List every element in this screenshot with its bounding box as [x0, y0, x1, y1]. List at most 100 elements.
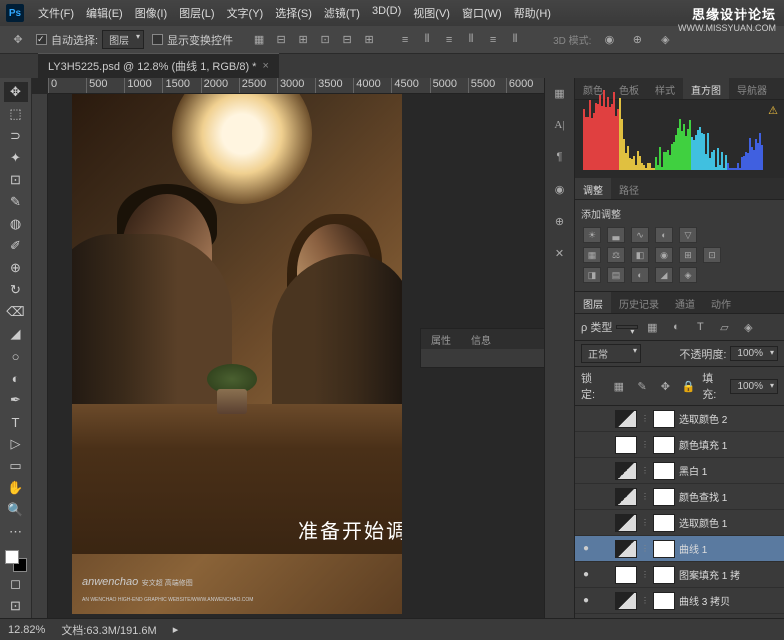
- lookup-icon[interactable]: ⊡: [703, 247, 721, 263]
- wand-tool[interactable]: ✦: [4, 148, 28, 168]
- layer-name[interactable]: 曲线 3 拷贝: [679, 593, 780, 608]
- panel-icon[interactable]: ▦: [550, 84, 570, 102]
- panel-tab[interactable]: 通道: [667, 292, 703, 313]
- mask-mode[interactable]: ◻: [4, 574, 28, 594]
- crop-tool[interactable]: ⊡: [4, 170, 28, 190]
- fill-input[interactable]: 100%: [730, 379, 778, 394]
- kind-filter[interactable]: ρ 类型: [581, 319, 612, 335]
- layer-name[interactable]: 黑白 1: [679, 463, 780, 478]
- eraser-tool[interactable]: ⌫: [4, 302, 28, 322]
- lock-pixel-icon[interactable]: ✎: [632, 377, 651, 395]
- properties-tab[interactable]: 属性: [421, 329, 461, 349]
- layer-thumbnail[interactable]: [615, 514, 637, 532]
- shape-tool[interactable]: ▭: [4, 456, 28, 476]
- bw-icon[interactable]: ◧: [631, 247, 649, 263]
- menu-item[interactable]: 文件(F): [32, 5, 80, 21]
- gradient-map-icon[interactable]: ◢: [655, 267, 673, 283]
- layer-thumbnail[interactable]: [615, 592, 637, 610]
- filter-adjust-icon[interactable]: ◐: [666, 318, 686, 336]
- blend-mode-dropdown[interactable]: 正常: [581, 344, 641, 363]
- visibility-toggle[interactable]: [579, 490, 593, 504]
- screen-mode[interactable]: ⊡: [4, 596, 28, 616]
- layer-row[interactable]: ●⋮色相/饱和度 1: [575, 614, 784, 618]
- layer-thumbnail[interactable]: [615, 540, 637, 558]
- auto-select-checkbox[interactable]: [36, 34, 47, 45]
- align-icon[interactable]: ⊟: [337, 31, 357, 49]
- layer-thumbnail[interactable]: [615, 618, 637, 619]
- levels-icon[interactable]: ▃: [607, 227, 625, 243]
- menu-item[interactable]: 帮助(H): [508, 5, 557, 21]
- auto-select-target[interactable]: 图层: [102, 30, 144, 49]
- distribute-icon[interactable]: ≡: [395, 31, 415, 49]
- align-icon[interactable]: ⊡: [315, 31, 335, 49]
- panel-icon[interactable]: ⊕: [550, 212, 570, 230]
- type-tool[interactable]: T: [4, 412, 28, 432]
- eyedropper-tool[interactable]: ✎: [4, 192, 28, 212]
- brightness-icon[interactable]: ☀: [583, 227, 601, 243]
- visibility-toggle[interactable]: ●: [579, 542, 593, 556]
- show-transform-checkbox[interactable]: [152, 34, 163, 45]
- panel-tab[interactable]: 样式: [647, 78, 683, 99]
- layer-name[interactable]: 颜色查找 1: [679, 489, 780, 504]
- panel-tab[interactable]: 图层: [575, 292, 611, 313]
- distribute-icon[interactable]: ⫴: [417, 31, 437, 49]
- brush-tool[interactable]: ✐: [4, 236, 28, 256]
- mask-thumbnail[interactable]: [653, 488, 675, 506]
- layer-row[interactable]: ⋮选取颜色 2: [575, 406, 784, 432]
- align-icon[interactable]: ⊞: [293, 31, 313, 49]
- mask-thumbnail[interactable]: [653, 410, 675, 428]
- panel-tab[interactable]: 历史记录: [611, 292, 667, 313]
- align-icon[interactable]: ⊞: [359, 31, 379, 49]
- heal-tool[interactable]: ◍: [4, 214, 28, 234]
- vibrance-icon[interactable]: ▽: [679, 227, 697, 243]
- panel-tab[interactable]: 导航器: [729, 78, 775, 99]
- threshold-icon[interactable]: ◐: [631, 267, 649, 283]
- photo-filter-icon[interactable]: ◉: [655, 247, 673, 263]
- visibility-toggle[interactable]: [579, 412, 593, 426]
- close-tab-icon[interactable]: ×: [262, 60, 268, 72]
- panel-icon[interactable]: ◉: [550, 180, 570, 198]
- layer-name[interactable]: 颜色填充 1: [679, 437, 780, 452]
- mask-thumbnail[interactable]: [653, 462, 675, 480]
- canvas-area[interactable]: 0500100015002000250030003500400045005000…: [32, 78, 544, 618]
- panel-tab[interactable]: 动作: [703, 292, 739, 313]
- 3d-icon[interactable]: ◉: [599, 31, 619, 49]
- menu-item[interactable]: 滤镜(T): [318, 5, 366, 21]
- align-icon[interactable]: ⊟: [271, 31, 291, 49]
- mask-thumbnail[interactable]: [653, 618, 675, 619]
- layer-thumbnail[interactable]: [615, 462, 637, 480]
- mask-thumbnail[interactable]: [653, 592, 675, 610]
- mask-thumbnail[interactable]: [653, 436, 675, 454]
- layer-row[interactable]: ●⋮图案填充 1 拷: [575, 562, 784, 588]
- panel-icon[interactable]: ✕: [550, 244, 570, 262]
- filter-smart-icon[interactable]: ◈: [738, 318, 758, 336]
- mask-thumbnail[interactable]: [653, 566, 675, 584]
- fg-color[interactable]: [5, 550, 19, 564]
- distribute-icon[interactable]: ⫴: [505, 31, 525, 49]
- layer-thumbnail[interactable]: [615, 488, 637, 506]
- invert-icon[interactable]: ◨: [583, 267, 601, 283]
- para-panel-icon[interactable]: ¶: [550, 148, 570, 166]
- mixer-icon[interactable]: ⊞: [679, 247, 697, 263]
- distribute-icon[interactable]: ≡: [439, 31, 459, 49]
- hand-tool[interactable]: ✋: [4, 478, 28, 498]
- 3d-icon[interactable]: ◈: [655, 31, 675, 49]
- menu-item[interactable]: 选择(S): [269, 5, 318, 21]
- menu-item[interactable]: 文字(Y): [221, 5, 270, 21]
- layer-row[interactable]: ⋮颜色查找 1: [575, 484, 784, 510]
- opacity-input[interactable]: 100%: [730, 346, 778, 361]
- menu-item[interactable]: 3D(D): [366, 5, 407, 21]
- layer-row[interactable]: ⋮选取颜色 1: [575, 510, 784, 536]
- gradient-tool[interactable]: ◢: [4, 324, 28, 344]
- layer-thumbnail[interactable]: [615, 566, 637, 584]
- layer-row[interactable]: ●⋮曲线 3 拷贝: [575, 588, 784, 614]
- document-tab[interactable]: LY3H5225.psd @ 12.8% (曲线 1, RGB/8) * ×: [38, 53, 279, 78]
- panel-tab[interactable]: 调整: [575, 178, 611, 199]
- menu-item[interactable]: 图层(L): [173, 5, 220, 21]
- more-tool[interactable]: ⋯: [4, 522, 28, 542]
- visibility-toggle[interactable]: ●: [579, 594, 593, 608]
- menu-item[interactable]: 图像(I): [129, 5, 173, 21]
- path-tool[interactable]: ▷: [4, 434, 28, 454]
- layer-name[interactable]: 曲线 1: [679, 541, 780, 556]
- move-tool-icon[interactable]: ✥: [8, 31, 28, 49]
